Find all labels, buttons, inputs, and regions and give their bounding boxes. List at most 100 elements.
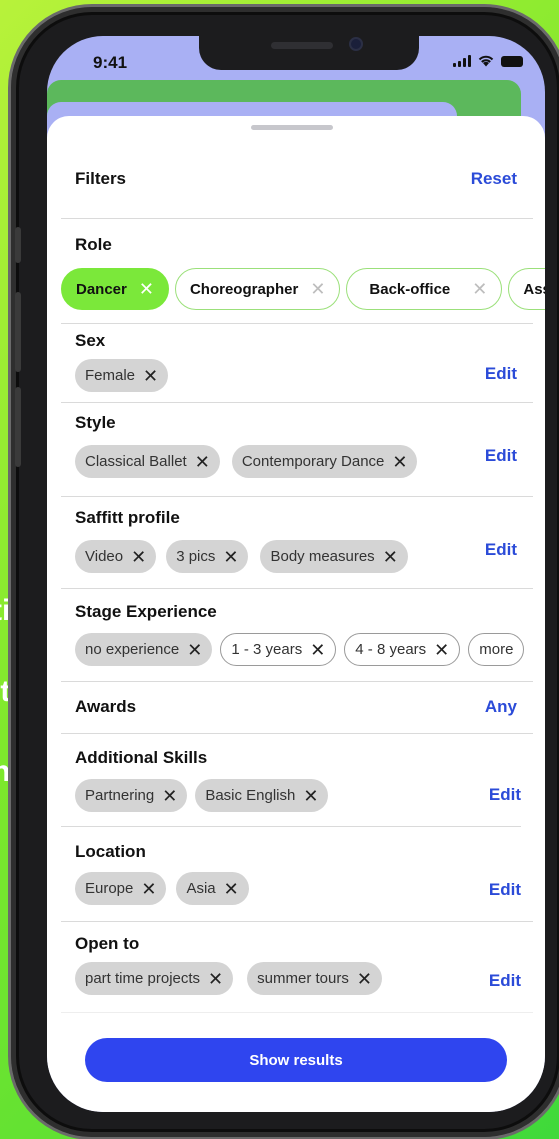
close-icon[interactable]: ✕ — [357, 970, 372, 988]
awards-any-button[interactable]: Any — [485, 697, 517, 717]
saffitt-profile-title: Saffitt profile — [75, 508, 180, 527]
open-to-title: Open to — [75, 934, 140, 953]
chip-label: Female — [85, 367, 136, 384]
chip[interactable]: Asia ✕ — [176, 872, 249, 905]
filters-title: Filters — [75, 169, 127, 188]
chip-label: Choreographer — [189, 280, 299, 298]
close-icon[interactable]: ✕ — [472, 279, 487, 300]
close-icon[interactable]: ✕ — [392, 453, 407, 471]
chip-label: Partnering — [85, 787, 155, 804]
chip-label: Asia — [186, 880, 216, 897]
open-to-edit-button[interactable]: Edit — [489, 971, 521, 991]
battery-icon — [501, 56, 523, 67]
chip-label: more — [479, 641, 514, 658]
mute-switch — [15, 227, 21, 263]
chip-label: 3 pics — [176, 548, 216, 565]
chip[interactable]: 3 pics ✕ — [166, 540, 249, 573]
close-icon[interactable]: ✕ — [131, 548, 146, 566]
chip[interactable]: more — [468, 633, 525, 666]
chip-label: Video — [85, 548, 124, 565]
chip-label: Dancer — [76, 280, 127, 298]
chip[interactable]: Basic English ✕ — [195, 779, 329, 812]
close-icon[interactable]: ✕ — [139, 279, 154, 300]
additional-skills-chip-list: Partnering ✕ Basic English ✕ — [75, 779, 329, 812]
phone-screen: 9:41 Filters Reset Role Dancer ✕ Choreogr… — [47, 36, 545, 1112]
close-icon[interactable]: ✕ — [162, 787, 177, 805]
sex-chip-list: Female ✕ — [75, 359, 169, 392]
style-chip-list: Classical Ballet ✕ Contemporary Dance ✕ — [75, 445, 418, 478]
role-title: Role — [75, 235, 112, 254]
divider — [61, 402, 533, 403]
close-icon[interactable]: ✕ — [223, 548, 238, 566]
chip[interactable]: no experience ✕ — [75, 633, 213, 666]
chip[interactable]: Europe ✕ — [75, 872, 167, 905]
close-icon[interactable]: ✕ — [187, 641, 202, 659]
chip[interactable]: part time projects ✕ — [75, 962, 234, 995]
chip[interactable]: Classical Ballet ✕ — [75, 445, 220, 478]
chip-label: Basic English — [205, 787, 296, 804]
chip-label: summer tours — [257, 970, 349, 987]
style-title: Style — [75, 413, 116, 432]
additional-skills-edit-button[interactable]: Edit — [489, 785, 521, 805]
chip-label: no experience — [85, 641, 180, 658]
open-to-chip-list: part time projects ✕ summer tours ✕ — [75, 962, 382, 995]
role-chip-choreographer[interactable]: Choreographer ✕ — [174, 268, 341, 310]
close-icon[interactable]: ✕ — [310, 641, 325, 659]
chip-label: Europe — [85, 880, 134, 897]
chip-label: part time projects — [85, 970, 201, 987]
role-chip-dancer[interactable]: Dancer ✕ — [61, 268, 169, 310]
role-chip-ass[interactable]: Ass — [508, 268, 545, 310]
close-icon[interactable]: ✕ — [310, 279, 325, 300]
wifi-icon — [478, 55, 494, 67]
chip[interactable]: summer tours ✕ — [247, 962, 382, 995]
location-title: Location — [75, 842, 146, 861]
chip[interactable]: 1 - 3 years ✕ — [220, 633, 337, 666]
saffitt-profile-edit-button[interactable]: Edit — [485, 540, 517, 560]
close-icon[interactable]: ✕ — [434, 641, 449, 659]
divider — [61, 921, 533, 922]
show-results-button[interactable]: Show results — [85, 1038, 507, 1082]
volume-down-button — [15, 387, 21, 467]
close-icon[interactable]: ✕ — [303, 787, 318, 805]
volume-up-button — [15, 292, 21, 372]
notch — [199, 36, 419, 70]
divider — [61, 733, 533, 734]
camera-icon — [349, 37, 363, 51]
stage-experience-title: Stage Experience — [75, 602, 217, 621]
sheet-grabber[interactable] — [251, 125, 333, 130]
location-edit-button[interactable]: Edit — [489, 880, 521, 900]
filters-sheet: Filters Reset Role Dancer ✕ Choreographer… — [47, 116, 545, 1112]
chip-label: Ass — [523, 280, 545, 298]
chip[interactable]: Body measures ✕ — [260, 540, 408, 573]
sex-edit-button[interactable]: Edit — [485, 364, 517, 384]
divider — [61, 588, 533, 589]
chip[interactable]: Contemporary Dance ✕ — [231, 445, 418, 478]
chip[interactable]: 4 - 8 years ✕ — [344, 633, 461, 666]
style-edit-button[interactable]: Edit — [485, 446, 517, 466]
chip-label: 4 - 8 years — [355, 641, 427, 658]
close-icon[interactable]: ✕ — [208, 970, 223, 988]
role-chip-list: Dancer ✕ Choreographer ✕ Back-office ✕ Ass — [61, 268, 545, 310]
signal-icon — [453, 55, 471, 67]
close-icon[interactable]: ✕ — [195, 453, 210, 471]
divider — [61, 1012, 533, 1013]
divider — [61, 826, 521, 827]
chip[interactable]: Partnering ✕ — [75, 779, 188, 812]
divider — [61, 323, 533, 324]
chip-label: Classical Ballet — [85, 453, 187, 470]
chip[interactable]: Female ✕ — [75, 359, 169, 392]
role-chip-back-office[interactable]: Back-office ✕ — [346, 268, 503, 310]
stage-experience-chip-list: no experience ✕ 1 - 3 years ✕ 4 - 8 years ✕… — [75, 633, 525, 666]
close-icon[interactable]: ✕ — [224, 880, 239, 898]
divider — [61, 681, 533, 682]
close-icon[interactable]: ✕ — [141, 880, 156, 898]
reset-button[interactable]: Reset — [471, 169, 517, 189]
speaker — [271, 42, 333, 49]
divider — [61, 496, 533, 497]
close-icon[interactable]: ✕ — [383, 548, 398, 566]
chip-label: 1 - 3 years — [231, 641, 303, 658]
divider — [61, 218, 533, 219]
close-icon[interactable]: ✕ — [143, 367, 158, 385]
chip[interactable]: Video ✕ — [75, 540, 157, 573]
sex-title: Sex — [75, 331, 106, 350]
